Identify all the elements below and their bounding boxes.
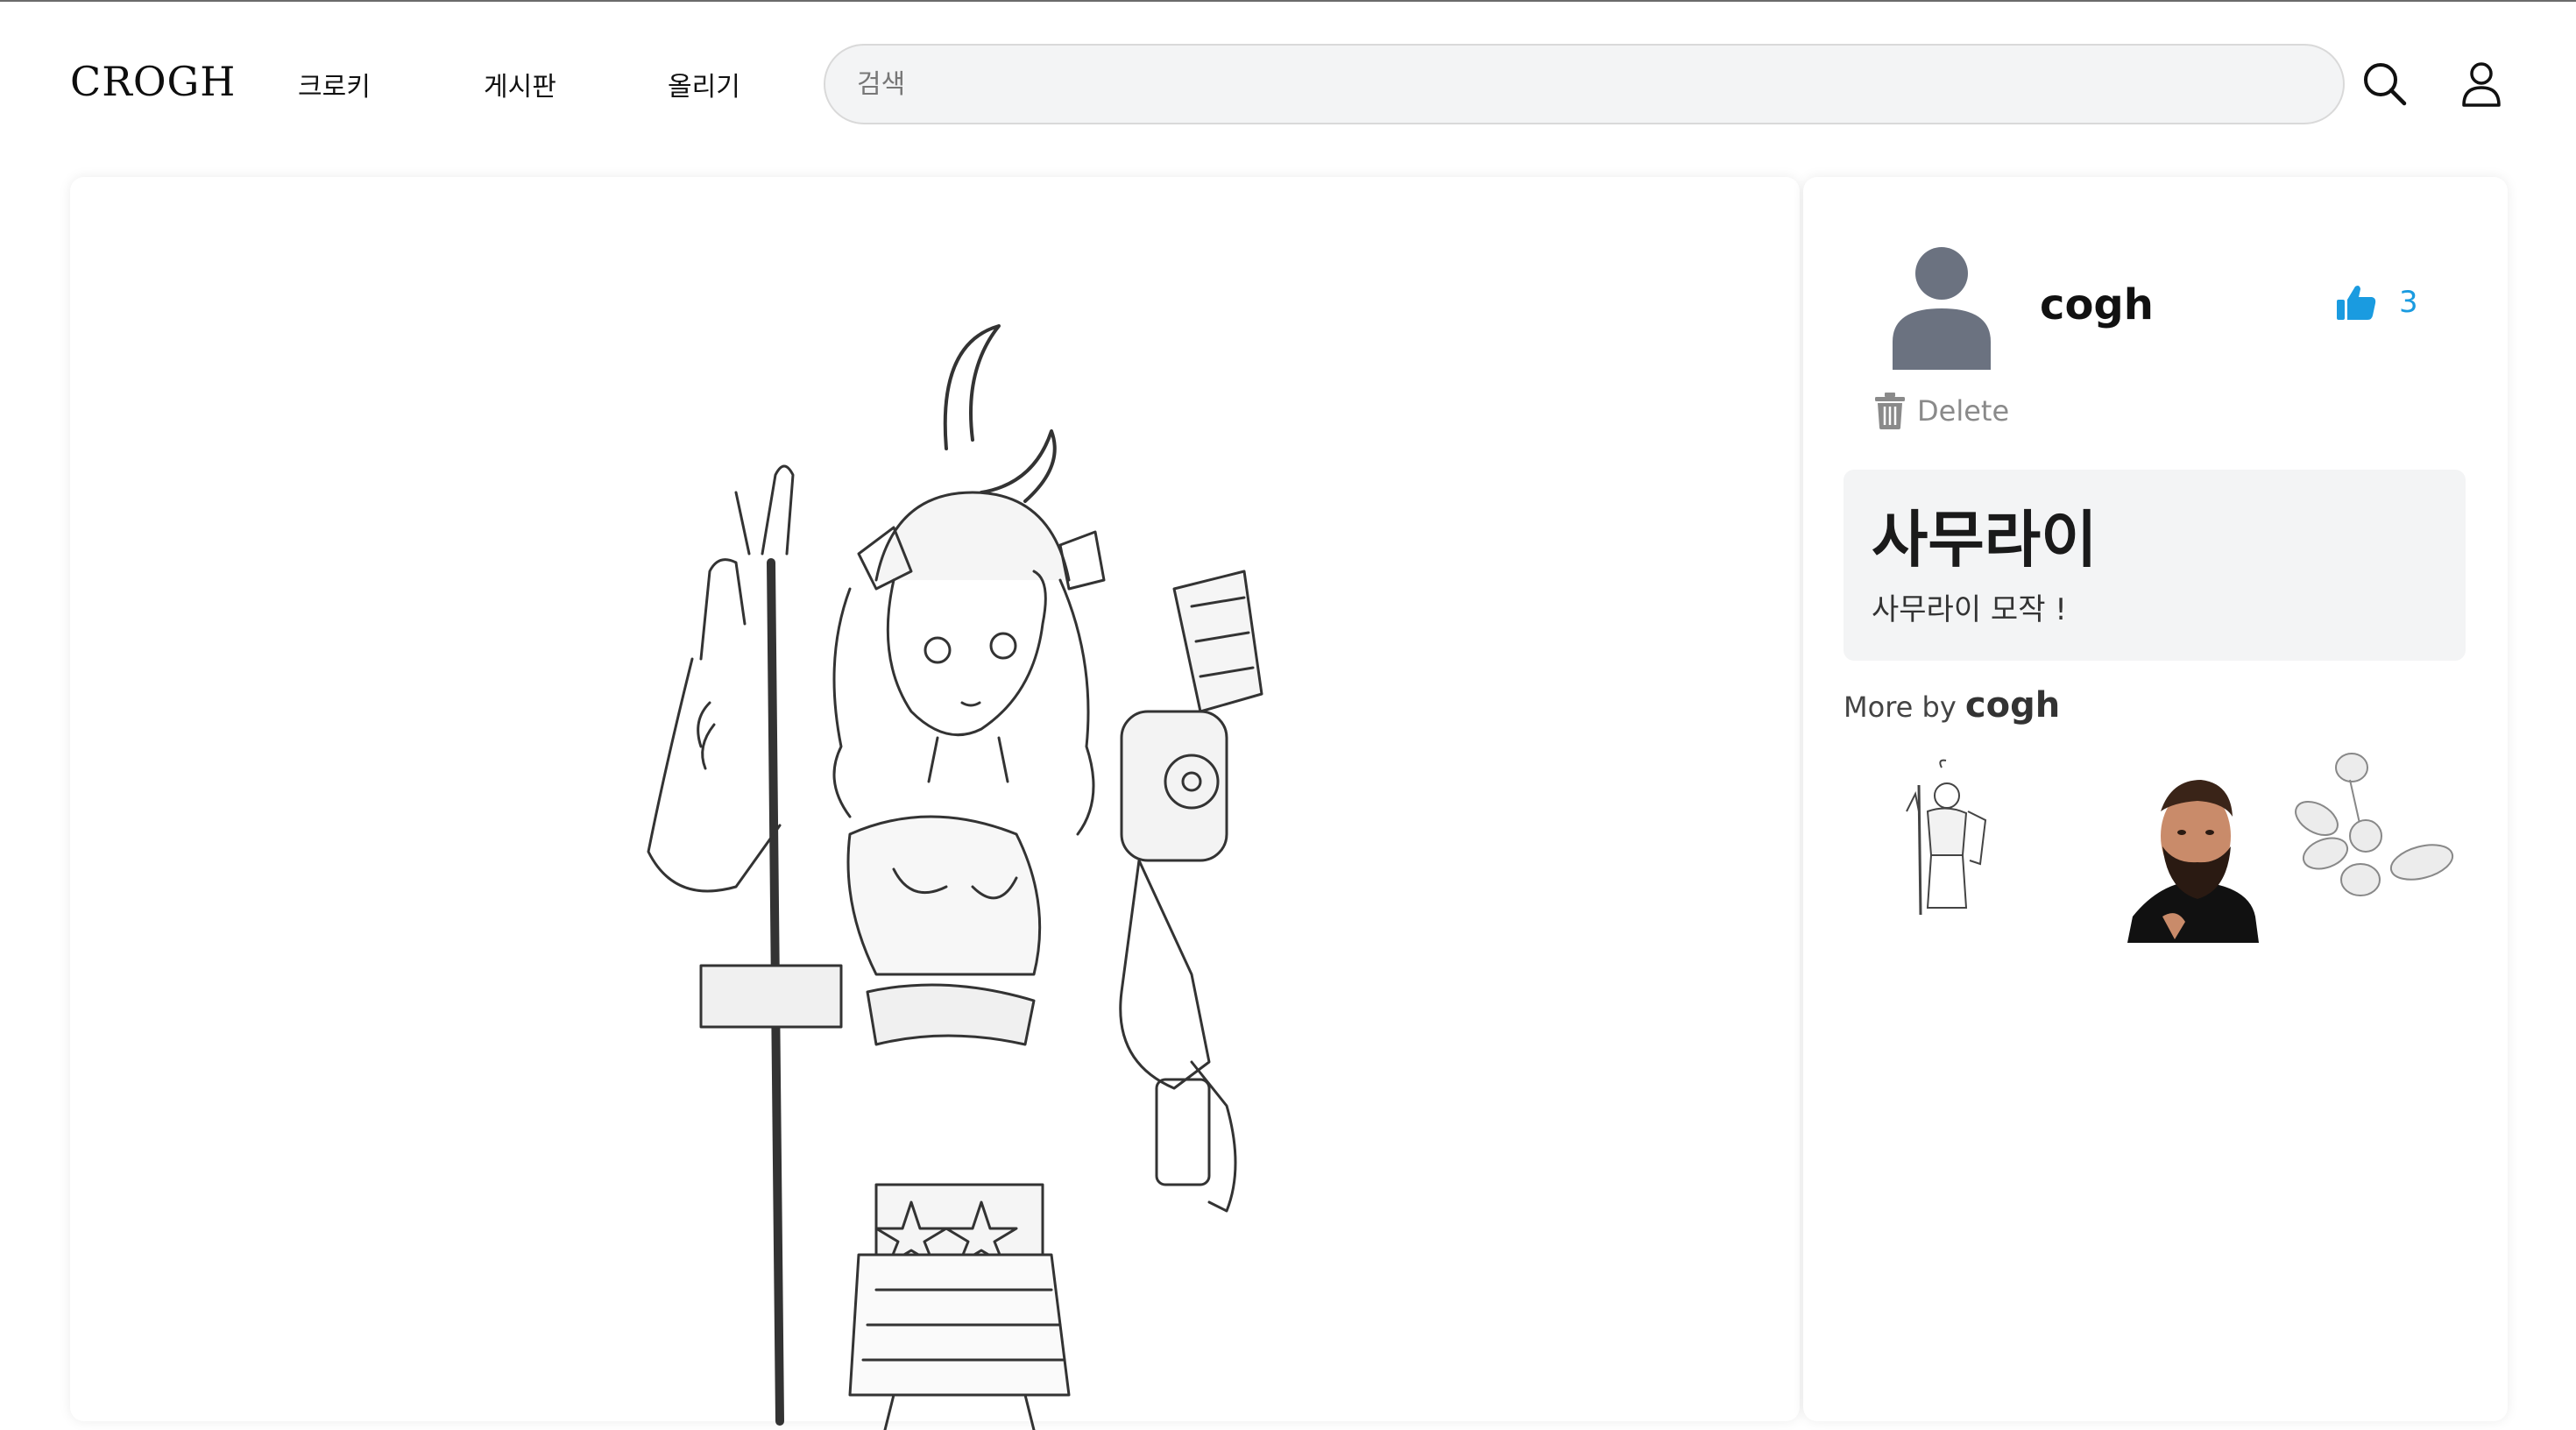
like-count: 3 [2399,285,2418,320]
post-details: 사무라이 사무라이 모작 ! [1844,470,2466,661]
nav-croquis[interactable]: 크로키 [298,65,371,103]
search-bar [824,44,2345,124]
thumbnail-bearded-man[interactable] [2127,768,2259,946]
nav-upload[interactable]: 올리기 [668,65,740,103]
avatar[interactable] [1889,244,1994,373]
more-by-heading: More by cogh [1844,685,2060,726]
delete-label: Delete [1917,394,2010,428]
post-info-panel: cogh 3 Delete 사무라이 사무라이 모작 ! More by cog… [1803,177,2508,1421]
more-by-prefix: More by [1844,690,1957,724]
more-by-author[interactable]: cogh [1965,685,2060,726]
trash-icon [1875,393,1905,429]
delete-button[interactable]: Delete [1875,393,2009,429]
post-description: 사무라이 모작 ! [1872,592,2067,627]
like-button[interactable]: 3 [2336,284,2418,321]
artwork-image [647,324,1263,1430]
thumbnail-mechanical-arm[interactable] [2282,748,2457,910]
header: CROGH 크로키 게시판 올리기 [0,2,2576,159]
post-title: 사무라이 [1872,504,2098,576]
search-input[interactable] [825,46,2343,123]
search-icon[interactable] [2360,60,2410,109]
user-icon[interactable] [2457,60,2506,109]
thumbs-up-icon [2337,286,2376,320]
logo[interactable]: CROGH [70,58,236,105]
nav-board[interactable]: 게시판 [484,65,556,103]
artwork-card [70,177,1800,1430]
author-name[interactable]: cogh [2040,280,2154,329]
thumbnail-samurai-sketch[interactable] [1889,759,2003,920]
